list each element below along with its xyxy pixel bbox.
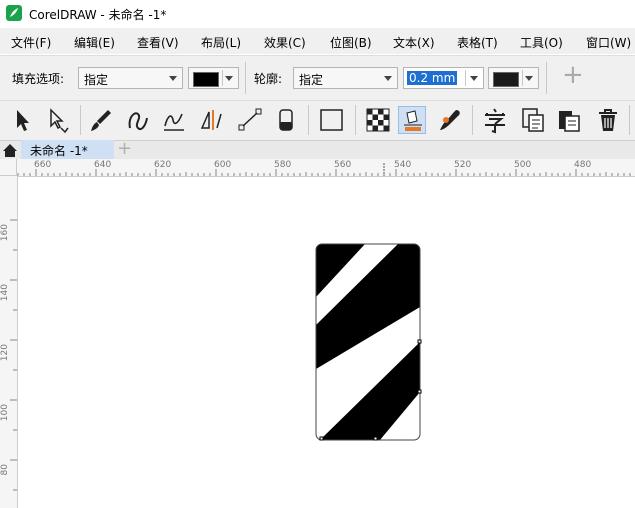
connector-icon[interactable] (236, 106, 264, 134)
property-bar: 填充选项: 指定 轮廓: 指定 0.2 mm + (0, 55, 635, 101)
fill-type-dropdown[interactable]: 指定 (78, 67, 183, 89)
ruler-label: 520 (454, 160, 472, 170)
chevron-down-icon (384, 76, 392, 81)
eraser-icon[interactable] (272, 106, 300, 134)
outline-type-dropdown[interactable]: 指定 (293, 67, 398, 89)
chevron-down-icon (169, 76, 177, 81)
window-title: CorelDRAW - 未命名 -1* (29, 8, 167, 22)
tab-untitled-1[interactable]: 未命名 -1* (21, 140, 114, 159)
fill-color-picker[interactable] (188, 67, 239, 89)
menu-effects[interactable]: 效果(C) (264, 34, 306, 51)
outline-width-value[interactable]: 0.2 mm (407, 71, 458, 85)
ruler-label: 560 (334, 160, 352, 170)
ruler-label: 140 (0, 284, 10, 302)
chevron-down-icon (525, 76, 533, 81)
divider (546, 62, 547, 94)
ruler-label: 500 (514, 160, 532, 170)
text-tool-icon[interactable] (481, 106, 509, 134)
divider (308, 105, 309, 135)
horizontal-ruler[interactable]: 660 640 620 600 580 560 540 520 500 480 (0, 159, 635, 177)
striped-rectangle-shape[interactable] (18, 177, 635, 508)
ruler-label: 600 (214, 160, 232, 170)
menu-window[interactable]: 窗口(W) (586, 34, 631, 51)
divider (245, 62, 246, 94)
outline-type-value: 指定 (299, 73, 324, 87)
outline-color-swatch (493, 72, 519, 87)
drawing-canvas[interactable] (18, 177, 635, 508)
chevron-down-icon (225, 76, 233, 81)
smart-drawing-icon[interactable] (160, 106, 188, 134)
ruler-label: 120 (0, 344, 10, 362)
divider (522, 70, 523, 86)
menu-layout[interactable]: 布局(L) (201, 34, 241, 51)
ruler-label: 660 (34, 160, 52, 170)
menu-edit[interactable]: 编辑(E) (74, 34, 115, 51)
ruler-label: 580 (274, 160, 292, 170)
add-tab-button[interactable]: + (117, 138, 132, 159)
ruler-label: 620 (154, 160, 172, 170)
menu-table[interactable]: 表格(T) (457, 34, 498, 51)
coreldraw-logo-icon (6, 5, 22, 21)
menu-tools[interactable]: 工具(O) (520, 34, 563, 51)
chevron-down-icon (470, 76, 478, 81)
fill-type-value: 指定 (84, 73, 109, 87)
dimension-icon[interactable] (197, 106, 225, 134)
menu-file[interactable]: 文件(F) (11, 34, 51, 51)
toolbox (0, 100, 635, 141)
freehand-icon[interactable] (124, 106, 152, 134)
vertical-ruler[interactable]: 160 140 120 100 80 (0, 176, 18, 508)
menu-bitmaps[interactable]: 位图(B) (330, 34, 372, 51)
artistic-media-icon[interactable] (88, 106, 116, 134)
transparency-icon[interactable] (364, 106, 392, 134)
menu-view[interactable]: 查看(V) (137, 34, 179, 51)
interactive-fill-icon[interactable] (398, 106, 426, 134)
outline-label: 轮廓: (254, 72, 283, 86)
paste-icon[interactable] (555, 106, 583, 134)
menu-bar: 文件(F) 编辑(E) 查看(V) 布局(L) 效果(C) 位图(B) 文本(X… (0, 28, 635, 54)
ruler-label: 480 (574, 160, 592, 170)
menu-text[interactable]: 文本(X) (393, 34, 435, 51)
eyedropper-icon[interactable] (436, 106, 464, 134)
ruler-label: 640 (94, 160, 112, 170)
pick-tool-icon[interactable] (8, 106, 36, 134)
divider (472, 105, 473, 135)
title-bar: CorelDRAW - 未命名 -1* (0, 0, 635, 28)
shape-tool-icon[interactable] (44, 106, 72, 134)
ruler-label: 160 (0, 224, 10, 242)
ruler-label: 100 (0, 404, 10, 422)
trash-icon[interactable] (594, 106, 622, 134)
divider (222, 70, 223, 86)
tab-label: 未命名 -1* (30, 144, 88, 158)
divider (355, 105, 356, 135)
divider (80, 105, 81, 135)
fill-color-swatch (193, 72, 219, 87)
divider (629, 105, 630, 135)
fill-options-label: 填充选项: (12, 72, 65, 86)
ruler-origin[interactable] (0, 159, 17, 176)
add-preset-button[interactable]: + (562, 60, 584, 90)
align-icon[interactable] (519, 106, 547, 134)
ruler-label: 540 (394, 160, 412, 170)
outline-color-picker[interactable] (488, 67, 539, 89)
divider (465, 70, 466, 86)
ruler-label: 80 (0, 464, 10, 476)
rectangle-icon[interactable] (318, 106, 346, 134)
outline-width-combobox[interactable]: 0.2 mm (403, 67, 484, 89)
